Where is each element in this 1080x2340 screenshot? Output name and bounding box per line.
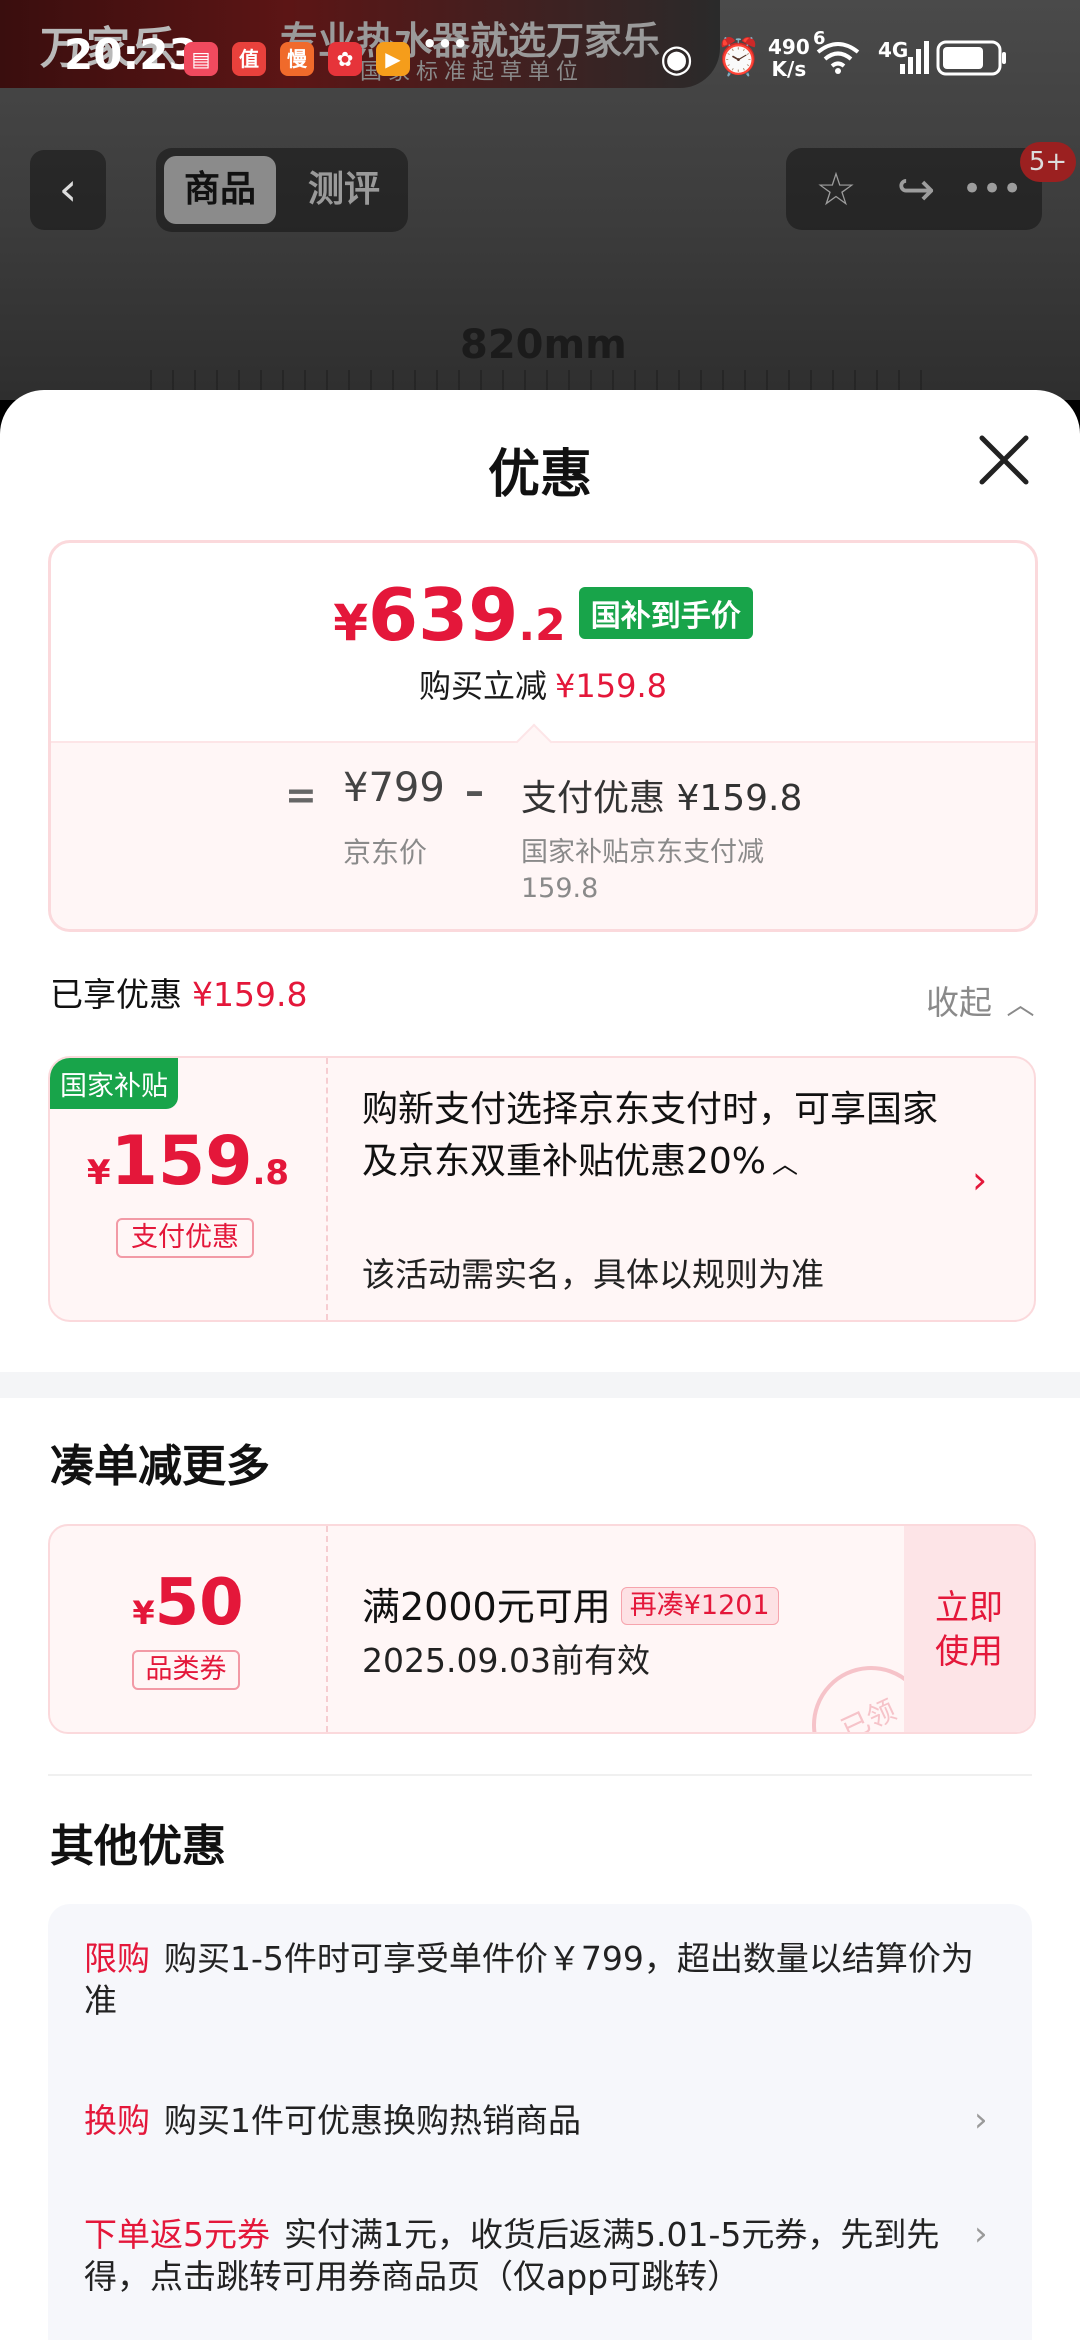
- coupon-currency: ¥: [132, 1594, 155, 1632]
- wifi-badge: 6: [813, 28, 826, 49]
- product-tabs: 商品 测评: [156, 148, 408, 232]
- tab-review[interactable]: 测评: [288, 156, 400, 224]
- subsidy-type-label: 支付优惠: [116, 1218, 254, 1258]
- coupon-amount-panel: ¥50 品类券: [50, 1526, 328, 1732]
- coupon-condition-text: 满2000元可用: [362, 1585, 611, 1629]
- back-button[interactable]: ‹: [30, 150, 106, 230]
- final-price: ¥639.2 国补到手价: [51, 573, 1035, 657]
- offer-text: 购买1件可优惠换购热销商品: [164, 2101, 581, 2140]
- subsidy-description-text: 购新支付选择京东支付时，可享国家及京东双重补贴优惠20%: [362, 1089, 939, 1182]
- message-count-badge: 5+: [1020, 142, 1076, 182]
- enjoyed-label: 已享优惠: [50, 975, 182, 1014]
- notification-app-icon: 值: [232, 42, 266, 76]
- use-now-label: 立即 使用: [935, 1588, 1003, 1672]
- subsidy-price-tag: 国补到手价: [578, 587, 753, 639]
- jd-price-label: 京东价: [343, 836, 428, 869]
- notification-app-icon: 慢: [280, 42, 314, 76]
- chevron-up-icon: ︿: [1006, 988, 1035, 1021]
- eye-icon: ◉: [660, 36, 694, 80]
- minus-sign: –: [465, 769, 484, 813]
- subsidy-note: 该活动需实名，具体以规则为准: [362, 1255, 824, 1294]
- alarm-icon: ⏰: [716, 37, 761, 78]
- subsidy-currency: ¥: [86, 1153, 111, 1193]
- final-price-integer: 639: [368, 573, 519, 657]
- collapse-label: 收起: [926, 983, 992, 1022]
- sheet-title: 优惠: [487, 445, 592, 505]
- offer-tag: 下单返5元券: [84, 2215, 270, 2254]
- notification-app-icon: ▤: [184, 42, 218, 76]
- category-coupon-card: ¥50 品类券 满2000元可用 再凑¥1201 2025.09.03前有效 已领…: [48, 1524, 1036, 1734]
- chevron-right-icon[interactable]: ›: [974, 2214, 988, 2254]
- dimension-ruler: [150, 370, 940, 390]
- notification-app-icon: ✿: [328, 42, 362, 76]
- subsidy-integer: 159: [110, 1122, 253, 1201]
- battery-icon: [936, 40, 1008, 82]
- instant-reduction-label: 购买立减: [419, 667, 548, 705]
- other-offers-list: 限购 购买1-5件时可享受单件价￥799，超出数量以结算价为准 换购 购买1件可优惠…: [48, 1904, 1032, 2340]
- collapse-button[interactable]: 收起 ︿: [926, 976, 1035, 1024]
- discount-sheet: 优惠 ¥639.2 国补到手价 购买立减 ¥159.8 = ¥799 京东价 – …: [0, 390, 1080, 2340]
- enjoyed-discount: 已享优惠 ¥159.8: [50, 968, 307, 1016]
- section-title-more: 凑单减更多: [50, 1441, 270, 1492]
- offer-item-limit: 限购 购买1-5件时可享受单件价￥799，超出数量以结算价为准: [84, 1938, 984, 2022]
- national-subsidy-card[interactable]: 国家补贴 ¥159.8 支付优惠 购新支付选择京东支付时，可享国家及京东双重补贴…: [48, 1056, 1036, 1322]
- net-speed: 490 K/s: [768, 35, 810, 81]
- instant-reduction-amount: ¥159.8: [555, 667, 667, 705]
- tab-goods[interactable]: 商品: [164, 156, 276, 224]
- chevron-right-icon[interactable]: ›: [974, 2100, 988, 2140]
- chevron-right-icon[interactable]: ›: [972, 1158, 987, 1202]
- share-icon[interactable]: ↪: [886, 160, 946, 218]
- coupon-extra-needed: 再凑¥1201: [620, 1587, 779, 1625]
- close-icon[interactable]: [976, 432, 1032, 488]
- price-summary-card: ¥639.2 国补到手价 购买立减 ¥159.8 = ¥799 京东价 – 支付优…: [48, 540, 1038, 932]
- divider: [48, 1774, 1032, 1776]
- use-now-button[interactable]: 立即 使用: [904, 1526, 1034, 1732]
- more-notifications-icon: •••: [422, 30, 469, 58]
- price-breakdown: = ¥799 京东价 – 支付优惠 ¥159.8 国家补贴京东支付减159.8: [51, 741, 1035, 929]
- offer-item-exchange[interactable]: 换购 购买1件可优惠换购热销商品: [84, 2100, 984, 2142]
- chevron-up-icon[interactable]: ︿: [772, 1150, 798, 1180]
- enjoyed-amount: ¥159.8: [192, 975, 308, 1014]
- coupon-type-label: 品类券: [132, 1650, 240, 1690]
- status-time: 20:23: [64, 30, 198, 79]
- coupon-amount: ¥50: [50, 1566, 326, 1640]
- section-divider: [0, 1372, 1080, 1398]
- nav-actions: ☆ ↪ •••: [786, 148, 1042, 230]
- payment-discount: 支付优惠 ¥159.8: [521, 778, 803, 819]
- offer-tag: 限购: [84, 1939, 150, 1978]
- status-bar: 20:23 ▤ 值 慢 ✿ ▶ ••• ◉ ⏰ 490 K/s 6 4G: [0, 0, 1080, 120]
- payment-discount-desc: 国家补贴京东支付减159.8: [521, 837, 764, 904]
- offer-text: 购买1-5件时可享受单件价￥799，超出数量以结算价为准: [84, 1939, 974, 2020]
- more-menu-icon[interactable]: •••: [962, 160, 1022, 218]
- final-price-decimal: .2: [518, 600, 566, 651]
- instant-reduction: 购买立减 ¥159.8: [51, 661, 1035, 707]
- national-subsidy-tag: 国家补贴: [50, 1058, 178, 1109]
- offer-tag: 换购: [84, 2101, 150, 2140]
- coupon-condition: 满2000元可用 再凑¥1201: [362, 1576, 779, 1631]
- signal-icon: [900, 40, 930, 80]
- subsidy-amount: ¥159.8: [50, 1122, 326, 1201]
- section-title-other: 其他优惠: [50, 1821, 226, 1872]
- subsidy-description: 购新支付选择京东支付时，可享国家及京东双重补贴优惠20% ︿: [362, 1084, 942, 1191]
- coupon-expiry: 2025.09.03前有效: [362, 1641, 650, 1680]
- offer-item-cashback[interactable]: 下单返5元券 实付满1元，收货后返满5.01-5元券，先到先得，点击跳转可用券商品…: [84, 2214, 984, 2298]
- jd-price-value: ¥799: [343, 765, 445, 811]
- notification-app-icon: ▶: [376, 42, 410, 76]
- subsidy-decimal: .8: [252, 1153, 290, 1193]
- subsidy-amount-panel: 国家补贴 ¥159.8 支付优惠: [50, 1058, 328, 1320]
- product-dimension-label: 820mm: [460, 322, 627, 368]
- coupon-value: 50: [154, 1566, 244, 1640]
- equals-sign: =: [285, 773, 317, 817]
- favorite-star-icon[interactable]: ☆: [806, 160, 866, 218]
- final-price-currency: ¥: [333, 594, 369, 652]
